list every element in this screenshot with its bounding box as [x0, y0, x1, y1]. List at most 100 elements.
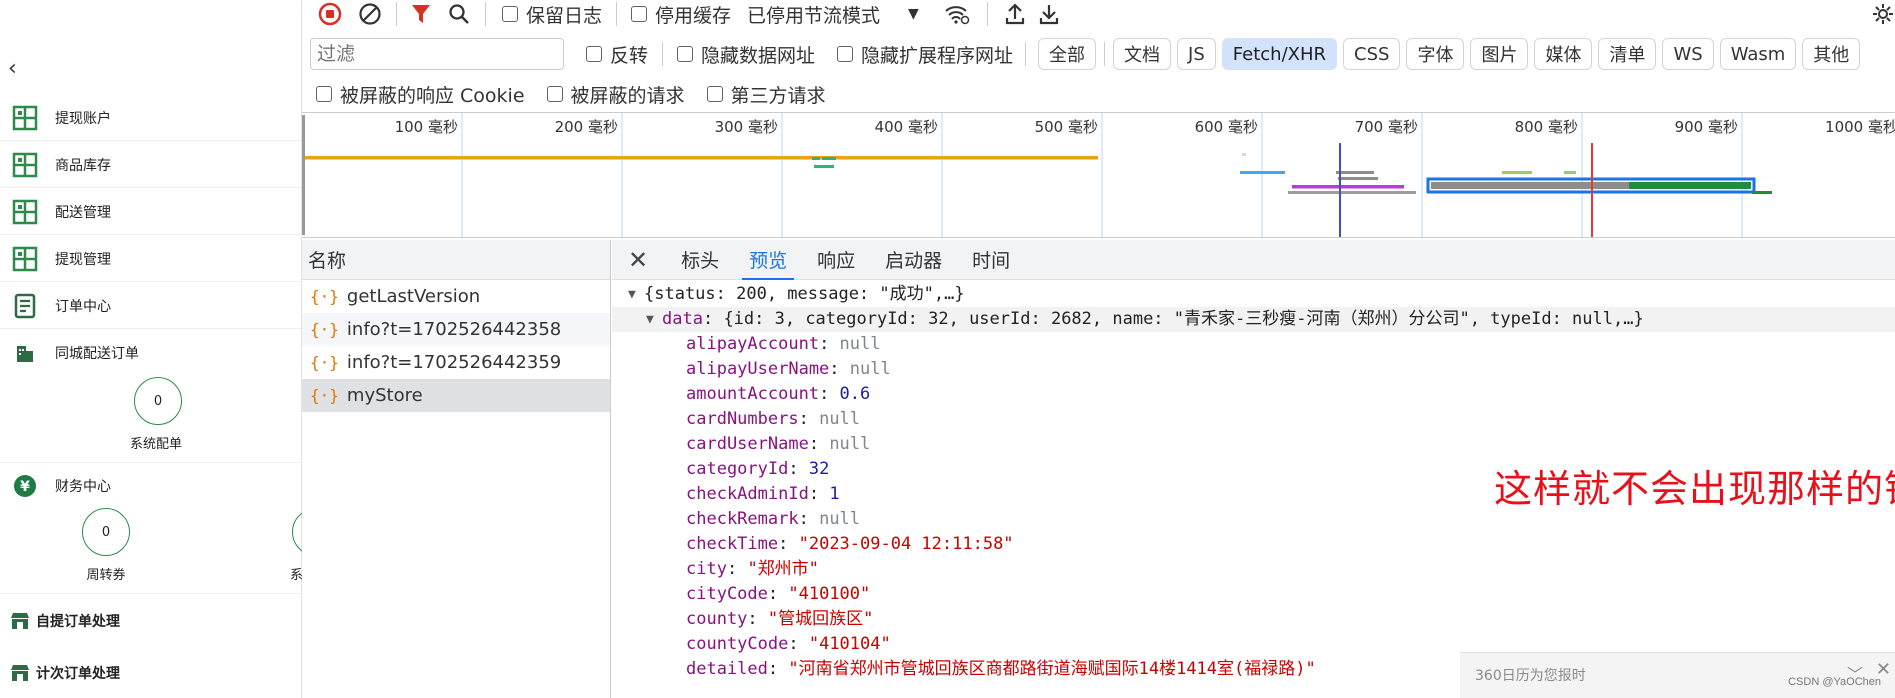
clear-icon[interactable]	[350, 0, 390, 28]
overview-handle[interactable]	[302, 115, 305, 235]
checkbox[interactable]	[502, 6, 518, 22]
type-filter-media[interactable]: 媒体	[1534, 38, 1593, 70]
checkbox[interactable]	[631, 6, 648, 22]
type-filter-doc[interactable]: 文档	[1113, 38, 1172, 70]
type-filter-wasm[interactable]: Wasm	[1719, 38, 1797, 70]
type-filter-ws[interactable]: WS	[1662, 38, 1714, 70]
chevron-down-icon: ▼	[908, 6, 919, 22]
tab-preview[interactable]: 预览	[734, 240, 802, 280]
tab-response[interactable]: 响应	[802, 240, 870, 280]
type-filter-manifest[interactable]: 清单	[1598, 38, 1657, 70]
disable-cache-label: 停用缓存	[655, 4, 732, 27]
search-icon[interactable]	[439, 0, 479, 28]
filter-icon[interactable]	[403, 0, 439, 28]
divider	[0, 593, 301, 594]
invert-checkbox[interactable]: 反转	[586, 41, 648, 68]
type-filter-js[interactable]: JS	[1177, 38, 1216, 70]
tab-headers[interactable]: 标头	[666, 240, 734, 280]
type-filter-other[interactable]: 其他	[1802, 38, 1861, 70]
checkbox[interactable]	[586, 46, 602, 62]
tab-initiator[interactable]: 启动器	[870, 240, 957, 280]
type-filter-img[interactable]: 图片	[1470, 38, 1529, 70]
json-field-row[interactable]: amountAccount: 0.6	[612, 382, 1895, 407]
json-colon: :	[747, 609, 768, 629]
grid-icon	[11, 104, 39, 132]
tab-timing[interactable]: 时间	[957, 240, 1025, 280]
export-har-icon[interactable]	[1032, 0, 1066, 28]
xhr-icon: {·}	[310, 386, 339, 405]
dispatch-stat[interactable]: 0 系统配单	[130, 377, 186, 452]
expand-triangle-icon[interactable]: ▼	[646, 307, 662, 332]
third-party-checkbox[interactable]: 第三方请求	[706, 81, 826, 108]
name-column-header[interactable]: 名称	[302, 240, 610, 280]
checkbox[interactable]	[706, 86, 723, 102]
voucher-stat[interactable]: 0 周转券	[78, 508, 134, 583]
blocked-cookies-checkbox[interactable]: 被屏蔽的响应 Cookie	[316, 81, 525, 108]
type-filter-font[interactable]: 字体	[1406, 38, 1465, 70]
disable-cache-checkbox[interactable]: 停用缓存	[631, 1, 731, 28]
json-data-summary: {id: 3, categoryId: 32, userId: 2682, na…	[723, 309, 1644, 329]
section-self-pickup[interactable]: 自提订单处理	[0, 596, 301, 646]
checkbox[interactable]	[677, 46, 694, 62]
network-conditions-icon[interactable]	[937, 0, 977, 28]
checkbox[interactable]	[316, 86, 332, 102]
expand-triangle-icon[interactable]: ▼	[628, 282, 644, 307]
request-row[interactable]: {·} info?t=1702526442358	[302, 313, 610, 346]
timeline-tick-label: 500 毫秒	[1035, 118, 1098, 136]
json-field-row[interactable]: checkTime: "2023-09-04 12:11:58"	[612, 532, 1895, 557]
timeline-tick-label: 100 毫秒	[395, 118, 458, 136]
json-key: countyCode	[686, 634, 789, 654]
waterfall-bar	[1242, 153, 1246, 156]
sidebar-item-finance[interactable]: ¥ 财务中心	[0, 463, 301, 509]
json-field-row[interactable]: city: "郑州市"	[612, 557, 1895, 582]
waterfall-bar	[1502, 171, 1532, 174]
preserve-log-checkbox[interactable]: 保留日志	[502, 1, 602, 28]
sidebar-item-order-center[interactable]: 订单中心	[0, 283, 301, 329]
checkbox[interactable]	[546, 86, 563, 102]
settings-gear-icon[interactable]	[1871, 0, 1895, 28]
sidebar-item-label: 商品库存	[55, 157, 111, 174]
section-timed-orders[interactable]: 计次订单处理	[0, 648, 301, 698]
blocked-requests-checkbox[interactable]: 被屏蔽的请求	[546, 81, 685, 108]
json-key: data	[662, 309, 703, 329]
dispatch-count: 0	[134, 377, 182, 425]
hide-extension-urls-checkbox[interactable]: 隐藏扩展程序网址	[837, 41, 1013, 68]
sidebar-item-delivery[interactable]: 配送管理	[0, 189, 301, 235]
sidebar-item-withdraw-account[interactable]: 提现账户	[0, 95, 301, 141]
type-filter-all[interactable]: 全部	[1038, 38, 1097, 70]
toolbar-divider	[662, 42, 664, 66]
grid-icon	[11, 151, 39, 179]
json-field-row[interactable]: cityCode: "410100"	[612, 582, 1895, 607]
network-overview-timeline[interactable]: 100 毫秒 200 毫秒 300 毫秒 400 毫秒 500 毫秒 600 毫秒 700 …	[302, 112, 1895, 238]
request-row[interactable]: {·} info?t=1702526442359	[302, 346, 610, 379]
close-icon[interactable]: ✕	[612, 240, 666, 280]
json-field-row[interactable]: alipayAccount: null	[612, 332, 1895, 357]
checkbox[interactable]	[837, 46, 854, 62]
sidebar-item-inventory[interactable]: 商品库存	[0, 142, 301, 188]
request-row[interactable]: {·} getLastVersion	[302, 280, 610, 313]
invert-label: 反转	[610, 44, 649, 67]
calendar-toast[interactable]: 360日历为您报时 ﹀ ✕ CSDN @YaOChen	[1460, 652, 1895, 698]
import-har-icon[interactable]	[998, 0, 1032, 28]
throttling-select[interactable]: 已停用节流模式 ▼	[747, 1, 919, 28]
json-value: null	[839, 334, 881, 354]
request-row-selected[interactable]: {·} myStore	[302, 379, 610, 412]
json-value: "2023-09-04 12:11:58"	[798, 534, 1014, 554]
json-field-row[interactable]: county: "管城回族区"	[612, 607, 1895, 632]
stop-recording-icon[interactable]	[310, 0, 350, 28]
filter-input[interactable]	[310, 38, 564, 70]
json-field-row[interactable]: alipayUserName: null	[612, 357, 1895, 382]
chevron-left-icon[interactable]: ‹	[8, 58, 30, 80]
app-sidebar: ‹ 提现账户 商品库存 配送管理 提现管理 订单中心 同城配送订单 0 系统配单…	[0, 0, 302, 698]
type-filter-fetch-xhr[interactable]: Fetch/XHR	[1221, 38, 1338, 70]
hide-data-urls-checkbox[interactable]: 隐藏数据网址	[677, 41, 815, 68]
json-field-row[interactable]: cardUserName: null	[612, 432, 1895, 457]
json-root[interactable]: ▼ {status: 200, message: "成功",…}	[612, 282, 1895, 307]
json-value: "410104"	[808, 634, 891, 654]
json-field-row[interactable]: cardNumbers: null	[612, 407, 1895, 432]
sidebar-item-label: 配送管理	[55, 204, 111, 221]
json-data-node[interactable]: ▼ data: {id: 3, categoryId: 32, userId: …	[612, 307, 1895, 332]
type-filter-css[interactable]: CSS	[1343, 38, 1401, 70]
sidebar-item-local-delivery[interactable]: 同城配送订单	[0, 330, 301, 376]
sidebar-item-withdraw-manage[interactable]: 提现管理	[0, 236, 301, 282]
